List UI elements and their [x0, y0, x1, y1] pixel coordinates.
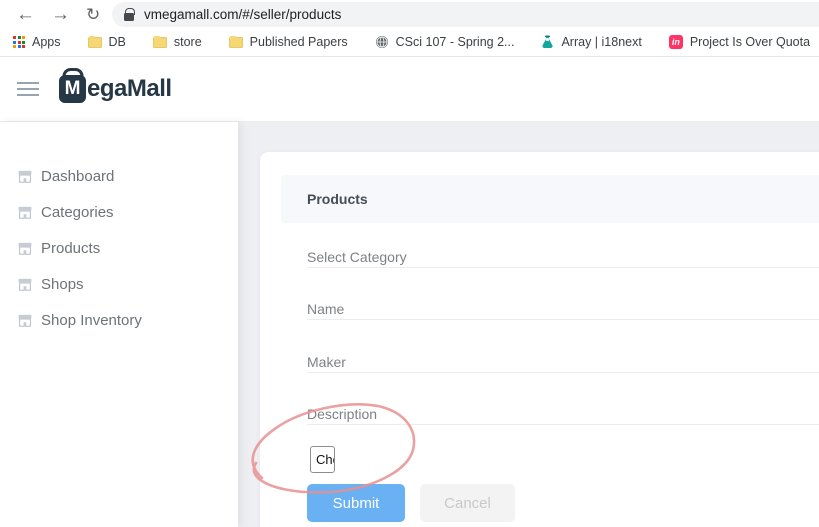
bookmark-i18next[interactable]: Array | i18next	[541, 35, 641, 49]
name-field[interactable]	[307, 298, 819, 320]
store-icon	[18, 314, 32, 327]
logo-m-icon: M	[59, 75, 86, 103]
sidebar-item-products[interactable]: Products	[0, 230, 238, 266]
hamburger-menu-icon[interactable]	[17, 78, 39, 100]
forward-icon[interactable]: →	[51, 5, 70, 24]
sidebar-item-label: Categories	[41, 204, 114, 221]
select-category-field[interactable]	[307, 246, 819, 268]
bookmark-label: Apps	[32, 35, 61, 49]
i18next-flask-icon	[541, 35, 554, 49]
bookmark-label: DB	[109, 35, 126, 49]
bookmark-label: Array | i18next	[561, 35, 641, 49]
products-card: Products Choose File Submit Cancel	[260, 152, 819, 527]
submit-button[interactable]: Submit	[307, 484, 405, 522]
sidebar-item-shop-inventory[interactable]: Shop Inventory	[0, 302, 238, 338]
card-header: Products	[281, 175, 819, 223]
description-field-wrap	[307, 403, 819, 425]
bookmark-label: CSci 107 - Spring 2...	[396, 35, 515, 49]
store-icon	[18, 170, 32, 183]
brand-text: egaMall	[87, 75, 172, 103]
bookmark-db[interactable]: DB	[88, 35, 126, 49]
choose-file-button[interactable]: Choose File	[310, 446, 335, 473]
sidebar: Dashboard Categories Products Shops Shop…	[0, 122, 238, 527]
folder-icon	[229, 37, 243, 48]
page: ← → ↻ vmegamall.com/#/seller/products Ap…	[0, 0, 819, 527]
url-text[interactable]: vmegamall.com/#/seller/products	[144, 7, 341, 22]
bookmark-label: store	[174, 35, 202, 49]
back-icon[interactable]: ←	[16, 5, 35, 24]
sidebar-item-shops[interactable]: Shops	[0, 266, 238, 302]
globe-icon	[375, 35, 389, 49]
bookmark-apps[interactable]: Apps	[13, 35, 61, 49]
store-icon	[18, 242, 32, 255]
cancel-button[interactable]: Cancel	[420, 484, 515, 522]
apps-grid-icon	[13, 36, 25, 48]
bookmark-label: Project Is Over Quota	[690, 35, 810, 49]
bookmark-store[interactable]: store	[153, 35, 202, 49]
sidebar-item-categories[interactable]: Categories	[0, 194, 238, 230]
bookmarks-bar: Apps DB store Published Papers CSci 107 …	[0, 28, 819, 57]
bookmark-invision[interactable]: in Project Is Over Quota	[669, 35, 810, 49]
select-category-field-wrap	[307, 246, 819, 268]
store-icon	[18, 206, 32, 219]
choose-file-label: Choose File	[311, 447, 334, 467]
invision-icon: in	[669, 35, 683, 49]
sidebar-item-label: Products	[41, 240, 100, 257]
app-header: MegaMall	[0, 57, 819, 122]
name-field-wrap	[307, 298, 819, 320]
folder-icon	[153, 37, 167, 48]
maker-field[interactable]	[307, 351, 819, 373]
maker-field-wrap	[307, 351, 819, 373]
sidebar-item-label: Shops	[41, 276, 84, 293]
bookmark-published-papers[interactable]: Published Papers	[229, 35, 348, 49]
description-field[interactable]	[307, 403, 819, 425]
bookmark-csci[interactable]: CSci 107 - Spring 2...	[375, 35, 515, 49]
sidebar-item-label: Dashboard	[41, 168, 114, 185]
sidebar-item-label: Shop Inventory	[41, 312, 142, 329]
brand-logo[interactable]: MegaMall	[59, 75, 172, 103]
lock-icon[interactable]	[124, 13, 134, 21]
card-title: Products	[307, 191, 368, 207]
folder-icon	[88, 37, 102, 48]
bookmark-label: Published Papers	[250, 35, 348, 49]
refresh-icon[interactable]: ↻	[86, 6, 100, 23]
address-bar[interactable]: vmegamall.com/#/seller/products	[112, 2, 819, 27]
browser-toolbar: ← → ↻ vmegamall.com/#/seller/products	[0, 0, 819, 28]
store-icon	[18, 278, 32, 291]
sidebar-item-dashboard[interactable]: Dashboard	[0, 158, 238, 194]
